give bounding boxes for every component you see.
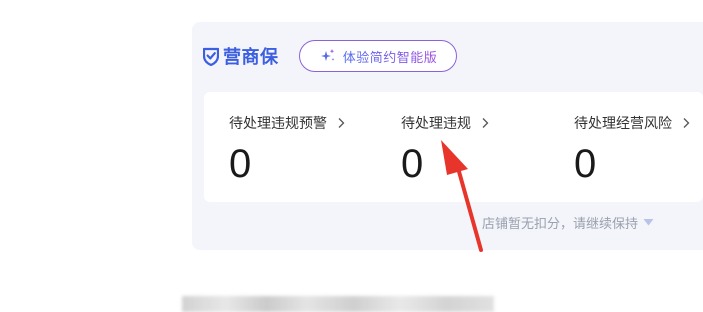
brand-name: 营商保 [223, 47, 279, 68]
metric-value: 0 [229, 142, 252, 186]
metric-title: 待处理违规预警 [229, 116, 327, 132]
chevron-right-icon [683, 118, 690, 128]
chevron-right-icon [482, 118, 489, 128]
trial-button-label: 体验简约智能版 [343, 47, 438, 66]
metric-pending-violations[interactable]: 待处理违规 0 [401, 112, 490, 184]
trial-smart-version-button[interactable]: 体验简约智能版 [299, 40, 457, 72]
brand-logo: 营商保 [203, 42, 279, 70]
shield-check-icon [203, 47, 219, 66]
metric-value: 0 [574, 142, 597, 186]
metric-value: 0 [401, 142, 424, 186]
sparkle-icon [320, 49, 335, 61]
triangle-down-icon [643, 219, 654, 226]
metric-pending-violation-warnings[interactable]: 待处理违规预警 0 [229, 112, 346, 184]
metric-pending-business-risks[interactable]: 待处理经营风险 0 [574, 112, 691, 184]
status-toggle[interactable]: 店铺暂无扣分，请继续保持 [482, 212, 654, 232]
status-message: 店铺暂无扣分，请继续保持 [482, 216, 639, 232]
chevron-right-icon [338, 118, 345, 128]
blurred-content [182, 296, 494, 312]
metric-title: 待处理违规 [401, 116, 471, 132]
metric-title: 待处理经营风险 [574, 116, 672, 132]
